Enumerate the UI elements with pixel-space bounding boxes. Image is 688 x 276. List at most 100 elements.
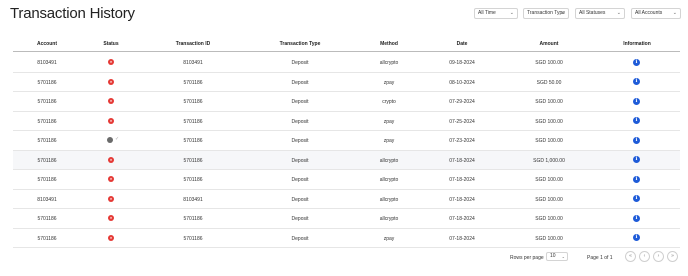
next-page-button[interactable]: › bbox=[653, 251, 664, 262]
account-cell: 5701186 bbox=[37, 177, 57, 183]
date-cell: 07-18-2024 bbox=[449, 196, 475, 203]
rows-per-page-select[interactable]: 10 ⌄ bbox=[546, 252, 568, 261]
transaction-id-cell: 5701186 bbox=[183, 157, 203, 164]
failed-status-icon: × bbox=[108, 117, 114, 124]
method-cell: zpay bbox=[383, 118, 395, 125]
failed-status-icon: × bbox=[108, 98, 114, 104]
method-cell: zpay bbox=[383, 138, 395, 144]
prev-page-button[interactable]: ‹ bbox=[639, 251, 650, 262]
table-row[interactable]: 5701186 × 5701186 Deposit allcrypto 07-18-202… bbox=[13, 170, 680, 190]
amount-cell: SGD 100.00 bbox=[535, 235, 563, 242]
transaction-id-cell: 8103491 bbox=[183, 196, 203, 203]
column-header-date: Date bbox=[456, 41, 468, 47]
check-icon: ✓ bbox=[115, 136, 120, 142]
date-cell: 07-18-2024 bbox=[449, 157, 475, 164]
transaction-type-cell: Deposit bbox=[291, 60, 309, 66]
date-cell: 07-25-2024 bbox=[449, 118, 475, 125]
account-cell: 5701186 bbox=[37, 235, 57, 242]
failed-status-icon: × bbox=[108, 215, 114, 221]
method-cell: allcrypto bbox=[379, 157, 399, 164]
info-icon[interactable]: i bbox=[633, 58, 640, 66]
failed-status-icon: × bbox=[108, 195, 114, 202]
chevron-down-icon: ⌄ bbox=[672, 10, 677, 16]
account-cell: 5701186 bbox=[37, 157, 57, 164]
account-cell: 5701186 bbox=[37, 138, 57, 144]
last-page-button[interactable]: » bbox=[667, 251, 678, 262]
account-cell: 5701186 bbox=[37, 99, 57, 105]
pagination-bar: Rows per page 10 ⌄ Page 1 of 1 « ‹ › » bbox=[0, 248, 688, 268]
type-filter-dropdown[interactable]: Transaction Type ⌄ bbox=[523, 8, 569, 19]
time-filter-label: All Time bbox=[478, 10, 496, 16]
transaction-type-cell: Deposit bbox=[291, 196, 309, 203]
table-row[interactable]: 5701186 × 5701186 Deposit zpay 08-10-2024 SGD … bbox=[13, 73, 680, 92]
table-row[interactable]: 5701186 × 5701186 Deposit allcrypto 07-18-202… bbox=[13, 209, 680, 229]
account-filter-label: All Accounts bbox=[635, 10, 663, 16]
amount-cell: SGD 1,000.00 bbox=[533, 157, 565, 164]
table-row[interactable]: 8103491 × 8103491 Deposit allcrypto 09-18-202… bbox=[13, 53, 680, 73]
failed-status-icon: × bbox=[108, 156, 114, 163]
info-icon[interactable]: i bbox=[633, 195, 640, 202]
status-filter-label: All Statuses bbox=[579, 10, 606, 16]
table-row[interactable]: 5701186 × 5701186 Deposit crypto 07-29-2024 SG… bbox=[13, 92, 680, 112]
date-cell: 07-18-2024 bbox=[449, 177, 475, 183]
info-icon[interactable]: i bbox=[633, 234, 640, 241]
info-icon[interactable]: i bbox=[633, 136, 640, 144]
transaction-type-cell: Deposit bbox=[291, 235, 309, 242]
account-filter-dropdown[interactable]: All Accounts ⌄ bbox=[631, 8, 681, 19]
table-header: Account Status Transaction ID Transactio… bbox=[13, 38, 680, 52]
time-filter-dropdown[interactable]: All Time ⌄ bbox=[474, 8, 518, 19]
method-cell: allcrypto bbox=[379, 60, 399, 66]
failed-status-icon: × bbox=[108, 176, 114, 182]
method-cell: zpay bbox=[383, 79, 395, 86]
account-cell: 8103491 bbox=[37, 60, 57, 66]
chevron-down-icon: ⌄ bbox=[509, 10, 514, 16]
date-cell: 07-29-2024 bbox=[449, 99, 475, 105]
info-icon[interactable]: i bbox=[633, 214, 640, 222]
transaction-id-cell: 8103491 bbox=[183, 60, 203, 66]
first-page-button[interactable]: « bbox=[625, 251, 636, 262]
info-icon[interactable]: i bbox=[633, 156, 640, 163]
table-row[interactable]: 5701186 × 5701186 Deposit allcrypto 07-18-202… bbox=[13, 150, 680, 170]
failed-status-icon: × bbox=[108, 234, 114, 241]
date-cell: 07-23-2024 bbox=[449, 138, 475, 144]
transaction-type-cell: Deposit bbox=[291, 157, 309, 164]
account-cell: 5701186 bbox=[37, 79, 57, 86]
transaction-id-cell: 5701186 bbox=[183, 138, 203, 144]
column-header-status: Status bbox=[103, 41, 119, 47]
transaction-type-cell: Deposit bbox=[291, 216, 309, 222]
method-cell: allcrypto bbox=[379, 177, 399, 183]
amount-cell: SGD 100.00 bbox=[535, 99, 563, 105]
amount-cell: SGD 100.00 bbox=[535, 118, 563, 125]
column-header-transaction-id: Transaction ID bbox=[175, 41, 211, 47]
transaction-type-cell: Deposit bbox=[291, 99, 309, 105]
chevron-down-icon: ⌄ bbox=[561, 254, 565, 259]
type-filter-label: Transaction Type bbox=[527, 10, 566, 16]
date-cell: 09-18-2024 bbox=[449, 60, 475, 66]
transaction-type-cell: Deposit bbox=[291, 177, 309, 183]
failed-status-icon: × bbox=[108, 78, 114, 85]
column-header-information: Information bbox=[623, 41, 651, 47]
info-icon[interactable]: i bbox=[633, 175, 640, 183]
amount-cell: SGD 50.00 bbox=[536, 79, 562, 86]
date-cell: 07-18-2024 bbox=[449, 235, 475, 242]
transaction-type-cell: Deposit bbox=[291, 138, 309, 144]
amount-cell: SGD 100.00 bbox=[535, 138, 563, 144]
page-title: Transaction History bbox=[10, 5, 135, 22]
table-row[interactable]: 5701186 × 5701186 Deposit zpay 07-18-2024 SGD … bbox=[13, 229, 680, 248]
chevron-down-icon: ⌄ bbox=[616, 10, 621, 16]
column-header-amount: Amount bbox=[539, 41, 559, 47]
table-row[interactable]: 5701186 ✓ 5701186 Deposit zpay 07-23-2024 SGD … bbox=[13, 131, 680, 151]
info-icon[interactable]: i bbox=[633, 97, 640, 105]
info-icon[interactable]: i bbox=[633, 78, 640, 85]
info-icon[interactable]: i bbox=[633, 117, 640, 124]
method-cell: allcrypto bbox=[379, 216, 399, 222]
amount-cell: SGD 100.00 bbox=[535, 216, 563, 222]
amount-cell: SGD 100.00 bbox=[535, 60, 563, 66]
table-row[interactable]: 5701186 × 5701186 Deposit zpay 07-25-2024 SGD … bbox=[13, 112, 680, 131]
transaction-type-cell: Deposit bbox=[291, 79, 309, 86]
table-row[interactable]: 8103491 × 8103491 Deposit allcrypto 07-18-202… bbox=[13, 190, 680, 209]
status-filter-dropdown[interactable]: All Statuses ⌄ bbox=[575, 8, 625, 19]
account-cell: 5701186 bbox=[37, 118, 57, 125]
transaction-id-cell: 5701186 bbox=[183, 177, 203, 183]
method-cell: crypto bbox=[382, 99, 396, 105]
